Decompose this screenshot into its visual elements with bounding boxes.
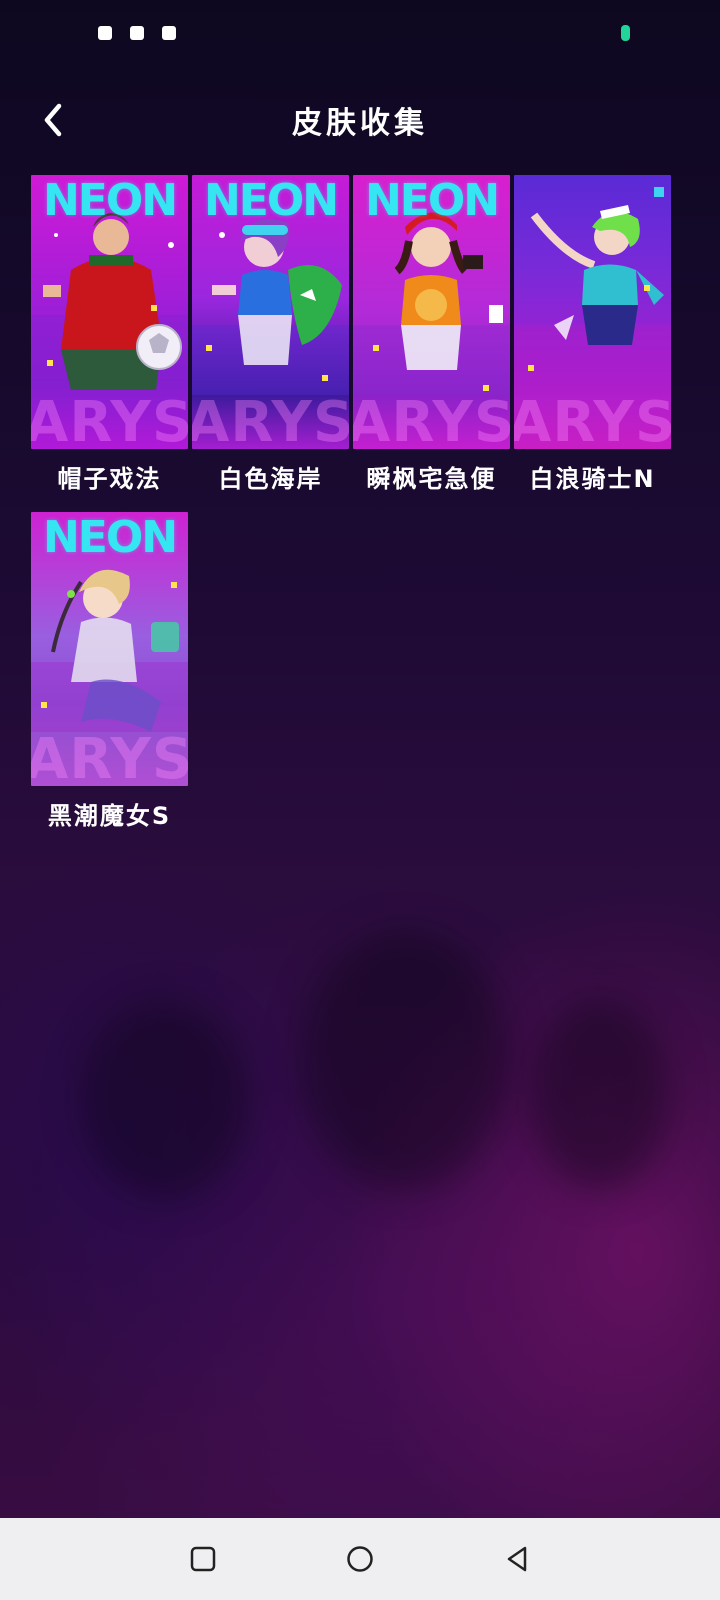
skin-name: 白色海岸 bbox=[218, 465, 323, 493]
skin-thumbnail: NEON ARYSO bbox=[353, 175, 510, 449]
brand-watermark: ARYSO bbox=[31, 727, 188, 787]
status-indicators bbox=[520, 20, 590, 44]
system-nav-bar bbox=[0, 1518, 720, 1600]
skin-name: 白浪骑士N bbox=[529, 465, 656, 493]
neon-logo: NEON bbox=[42, 512, 178, 563]
notification-icon bbox=[130, 26, 144, 40]
brand-watermark: ARYSO bbox=[514, 390, 671, 450]
triangle-back-icon bbox=[507, 1546, 527, 1572]
status-bar bbox=[0, 0, 720, 66]
skin-card[interactable]: NEON ARYSO 白色海岸 bbox=[192, 175, 349, 495]
recent-apps-button[interactable] bbox=[182, 1538, 224, 1580]
square-icon bbox=[190, 1546, 216, 1572]
battery-icon bbox=[621, 25, 630, 41]
skin-card[interactable]: NEON ARYSO 瞬枫宅急便 bbox=[353, 175, 510, 495]
circle-icon bbox=[347, 1546, 373, 1572]
page-title: 皮肤收集 bbox=[292, 106, 428, 141]
neon-logo: NEON bbox=[42, 175, 178, 226]
skin-thumbnail: NEON ARYSO bbox=[192, 175, 349, 449]
skin-card[interactable]: NEON ARYSO 黑潮魔女S bbox=[31, 512, 188, 832]
skin-thumbnail: NEON ARYSO bbox=[31, 175, 188, 449]
background-decoration bbox=[530, 1000, 670, 1190]
skin-name: 瞬枫宅急便 bbox=[366, 465, 497, 493]
neon-logo: NEON bbox=[364, 175, 500, 226]
notification-icon bbox=[162, 26, 176, 40]
skin-name: 黑潮魔女S bbox=[47, 802, 172, 830]
notification-icon bbox=[98, 26, 112, 40]
neon-logo: NEON bbox=[203, 175, 339, 226]
brand-watermark: ARYSO bbox=[353, 390, 510, 450]
background-decoration bbox=[300, 930, 510, 1190]
system-back-button[interactable] bbox=[496, 1538, 538, 1580]
home-button[interactable] bbox=[339, 1538, 381, 1580]
skin-card[interactable]: ARYSO 白浪骑士N bbox=[514, 175, 671, 495]
skin-card[interactable]: NEON ARYSO 帽子戏法 bbox=[31, 175, 188, 495]
skin-name: 帽子戏法 bbox=[57, 465, 162, 493]
skin-thumbnail: ARYSO bbox=[514, 175, 671, 449]
skin-thumbnail: NEON ARYSO bbox=[31, 512, 188, 786]
app-header: 皮肤收集 bbox=[0, 80, 720, 160]
brand-watermark: ARYSO bbox=[31, 390, 188, 450]
background-decoration bbox=[80, 1000, 250, 1200]
brand-watermark: ARYSO bbox=[192, 390, 349, 450]
